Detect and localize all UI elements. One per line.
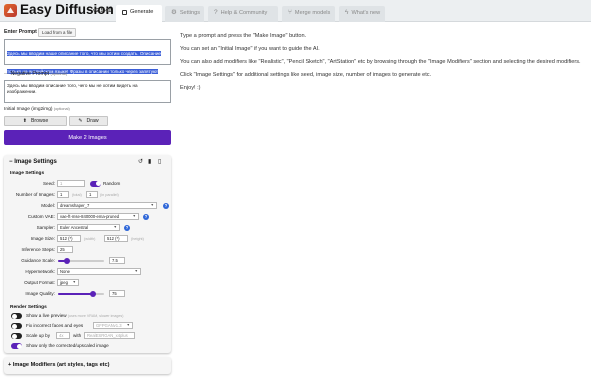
info-line-2: You can set an "Initial Image" if you wa… (180, 46, 320, 52)
width-hint: (width) (84, 236, 96, 241)
show-only-label: Show only the corrected/upscaled image (26, 343, 109, 348)
image-settings-panel: − Image Settings ↺ ▮ ▯ Image Settings Se… (4, 155, 171, 353)
vae-label: Custom VAE: (27, 214, 55, 219)
chevron-down-icon: ▼ (132, 214, 136, 218)
tab-settings[interactable]: ⚙ Settings (165, 6, 204, 22)
show-only-toggle[interactable] (11, 343, 22, 349)
image-modifiers-panel[interactable]: + Image Modifiers (art styles, tags etc) (4, 357, 171, 374)
chevron-down-icon: ▼ (134, 269, 138, 273)
model-label: Model: (41, 203, 55, 208)
app-version: v2.5.41 (93, 8, 112, 14)
seed-label: Seed: (42, 181, 55, 186)
upscale-factor-select[interactable]: 4x▼ (56, 332, 70, 339)
num-images-label: Number of Images: (15, 192, 55, 197)
steps-label: Inference Steps: (21, 247, 55, 252)
fix-faces-label: Fix incorrect faces and eyes (26, 323, 84, 328)
sampler-help-icon[interactable]: ? (124, 224, 130, 231)
live-preview-label: Show a live preview (uses more VRAM, slo… (26, 313, 124, 318)
output-format-select[interactable]: jpeg ▼ (57, 279, 79, 286)
chevron-down-icon: ▼ (113, 225, 117, 229)
info-line-4: Click "Image Settings" for additional se… (180, 72, 432, 78)
sampler-select[interactable]: Euler Ancestral ▼ (57, 224, 120, 231)
bolt-icon: ϟ (345, 9, 349, 16)
pencil-icon: ✎ (78, 118, 83, 124)
fix-faces-toggle[interactable] (11, 323, 22, 329)
model-help-icon[interactable]: ? (163, 202, 169, 209)
app-logo (4, 4, 17, 17)
random-seed-toggle[interactable] (90, 180, 101, 187)
model-select[interactable]: dreamshaper_7 ▼ (57, 202, 157, 209)
image-icon (122, 9, 127, 15)
image-settings-header[interactable]: − Image Settings (9, 159, 57, 165)
guidance-knob[interactable] (64, 258, 71, 264)
guidance-slider[interactable] (58, 258, 104, 264)
tab-merge-models[interactable]: ⑂ Merge models (282, 6, 335, 22)
draw-button[interactable]: ✎ Draw (69, 116, 108, 126)
hypernetwork-select[interactable]: None ▼ (57, 268, 141, 275)
negative-prompt-input[interactable]: Здесь мы вводим описание того, чего мы н… (4, 80, 171, 103)
vae-help-icon[interactable]: ? (143, 213, 149, 220)
prompt-label: Enter Prompt (4, 29, 37, 35)
initial-image-label: Initial Image (img2img) (optional) (4, 107, 70, 112)
quality-fill (58, 293, 93, 295)
image-size-label: Image Size: (30, 236, 55, 241)
vae-select[interactable]: vae-ft-mse-840000-ema-pruned ▼ (57, 213, 139, 220)
make-images-button[interactable]: Make 2 Images (4, 130, 171, 145)
tab-help-community[interactable]: ? Help & Community (208, 6, 278, 22)
tab-whats-new[interactable]: ϟ What's new (339, 6, 385, 22)
height-hint: (height) (131, 236, 144, 241)
paste-icon[interactable]: ▯ (158, 158, 161, 165)
chevron-down-icon: ▼ (75, 241, 78, 242)
copy-icon[interactable]: ▮ (148, 158, 151, 165)
negative-prompt-label: — Negative Prompt (optional) (4, 71, 68, 77)
steps-input[interactable]: 25 (57, 246, 73, 253)
upscale-model-select[interactable]: RealESRGAN_x4plus▼ (84, 332, 135, 339)
reset-icon[interactable]: ↺ (138, 158, 143, 165)
info-line-5: Enjoy! :) (180, 85, 201, 91)
tab-generate[interactable]: Generate (116, 5, 162, 23)
gear-icon: ⚙ (171, 9, 177, 16)
upscale-toggle[interactable] (11, 333, 22, 339)
chevron-down-icon: ▼ (150, 203, 154, 207)
collapse-icon: − (9, 159, 13, 165)
upload-icon: ⬆ (22, 118, 27, 124)
hypernetwork-label: Hypernetwork: (25, 269, 55, 274)
browse-button[interactable]: ⬆ Browse (4, 116, 67, 126)
guidance-input[interactable]: 7.5 (109, 257, 125, 264)
live-preview-toggle[interactable] (11, 313, 22, 319)
random-label: Random (103, 181, 121, 186)
height-select[interactable]: 512 (*)▼ (104, 235, 128, 242)
quality-input[interactable]: 75 (109, 290, 125, 297)
chevron-down-icon: ▼ (72, 280, 76, 284)
render-settings-title: Render Settings (10, 305, 47, 310)
batch-size-input[interactable]: 1 (86, 191, 98, 198)
prompt-input[interactable]: Здесь мы вводим наше описание того, что … (4, 39, 171, 74)
image-modifiers-header: + Image Modifiers (art styles, tags etc) (8, 362, 110, 368)
info-line-3: You can also add modifiers like "Realist… (180, 59, 581, 65)
chevron-down-icon: ▼ (122, 241, 125, 242)
expand-icon: + (8, 362, 12, 368)
upscale-with-label: with (73, 333, 82, 338)
quality-knob[interactable] (89, 291, 96, 297)
merge-icon: ⑂ (288, 9, 292, 16)
total-hint: (total) (72, 192, 82, 197)
width-select[interactable]: 512 (*)▼ (57, 235, 81, 242)
top-bar: Easy Diffusion v2.5.41 Generate ⚙ Settin… (0, 0, 591, 23)
info-line-1: Type a prompt and press the "Make Image"… (180, 33, 307, 39)
quality-slider[interactable] (58, 291, 104, 297)
num-images-input[interactable]: 1 (57, 191, 69, 198)
help-icon: ? (214, 9, 218, 16)
guidance-label: Guidance Scale: (21, 258, 55, 263)
upscale-label: Scale up by (26, 333, 51, 338)
face-model-select[interactable]: GFPGANv1.3 ▼ (93, 322, 133, 329)
sampler-label: Sampler: (36, 225, 55, 230)
seed-input[interactable]: 1 (57, 180, 85, 187)
link-icon: — (4, 71, 9, 77)
image-settings-subtitle: Image Settings (10, 171, 45, 176)
load-from-file-button[interactable]: Load from a file (38, 28, 77, 37)
parallel-hint: (in parallel) (100, 192, 119, 197)
quality-label: Image Quality: (25, 291, 55, 296)
output-format-label: Output Format: (24, 280, 55, 285)
